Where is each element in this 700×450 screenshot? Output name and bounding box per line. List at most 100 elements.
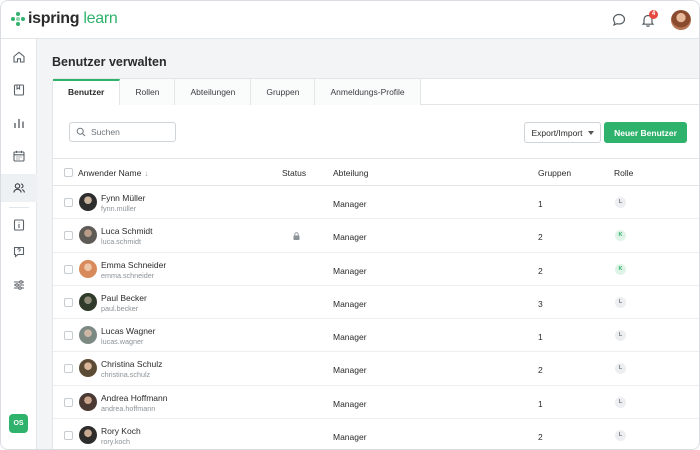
tab-abteilungen[interactable]: Abteilungen xyxy=(175,79,252,105)
tab-anmeldungs-profile[interactable]: Anmeldungs-Profile xyxy=(315,79,421,105)
logo-text-main: ispring xyxy=(28,10,80,27)
export-import-button[interactable]: Export/Import xyxy=(524,122,601,143)
tab-benutzer[interactable]: Benutzer xyxy=(53,79,121,105)
role-badge: L xyxy=(615,430,626,442)
role-badge: L xyxy=(615,197,626,208)
avatar xyxy=(79,359,97,378)
user-login: lucas.wagner xyxy=(101,337,144,347)
logo-text: ispring learn xyxy=(28,10,118,28)
avatar xyxy=(79,326,97,345)
app-window: ispring learn 4 OS Benutzer verwalten Be… xyxy=(0,0,700,450)
sidebar-item-reports[interactable] xyxy=(1,109,37,137)
column-header-name[interactable]: Anwender Name ↓ xyxy=(78,168,148,178)
reports-icon xyxy=(14,119,24,128)
user-name[interactable]: Luca Schmidt xyxy=(101,226,153,236)
users-table: Anwender Name ↓ Status Abteilung Gruppen … xyxy=(53,158,699,449)
user-groups-count: 2 xyxy=(538,232,543,243)
column-header-role: Rolle xyxy=(614,168,634,178)
table-row[interactable]: Fynn Müller fynn.müller Manager 1 L xyxy=(53,186,699,220)
search-box[interactable] xyxy=(69,122,176,142)
user-login: paul.becker xyxy=(101,303,139,313)
help-icon xyxy=(13,246,25,258)
avatar xyxy=(79,392,97,411)
user-login: christina.schulz xyxy=(101,370,151,380)
user-department: Manager xyxy=(333,199,367,209)
avatar xyxy=(79,259,97,278)
app-logo[interactable]: ispring learn xyxy=(11,10,118,28)
sidebar-item-courses[interactable] xyxy=(1,76,37,104)
sidebar-item-home[interactable] xyxy=(1,43,37,71)
row-checkbox[interactable] xyxy=(64,431,73,441)
user-name[interactable]: Fynn Müller xyxy=(101,193,145,203)
row-checkbox[interactable] xyxy=(64,364,73,374)
row-checkbox[interactable] xyxy=(64,264,73,274)
column-header-status: Status xyxy=(282,168,307,178)
user-avatar[interactable] xyxy=(671,10,691,30)
role-badge: L xyxy=(615,296,626,308)
settings-sliders-icon xyxy=(14,280,24,290)
user-department: Manager xyxy=(333,265,367,276)
user-groups-count: 1 xyxy=(538,332,543,343)
avatar xyxy=(79,193,97,211)
user-department: Manager xyxy=(333,365,367,376)
table-row[interactable]: Rory Koch rory.koch Manager 2 L xyxy=(53,419,699,449)
user-name[interactable]: Andrea Hoffmann xyxy=(101,393,167,403)
user-department: Manager xyxy=(333,332,367,343)
row-checkbox[interactable] xyxy=(64,331,73,341)
users-icon xyxy=(13,183,25,193)
lock-icon xyxy=(293,232,300,241)
tab-gruppen[interactable]: Gruppen xyxy=(251,79,316,105)
table-row[interactable]: Lucas Wagner lucas.wagner Manager 1 L xyxy=(53,319,699,353)
account-badge[interactable]: OS xyxy=(9,414,28,433)
table-row[interactable]: Andrea Hoffmann andrea.hoffmann Manager … xyxy=(53,386,699,420)
table-row[interactable]: Luca Schmidt luca.schmidt Manager 2 K xyxy=(53,219,699,253)
calendar-icon xyxy=(13,150,25,162)
row-checkbox[interactable] xyxy=(64,297,73,307)
table-row[interactable]: Paul Becker paul.becker Manager 3 L xyxy=(53,286,699,320)
user-name[interactable]: Paul Becker xyxy=(101,293,147,303)
row-checkbox[interactable] xyxy=(64,397,73,407)
role-badge: K xyxy=(615,263,626,275)
table-header: Anwender Name ↓ Status Abteilung Gruppen … xyxy=(53,158,699,186)
user-groups-count: 2 xyxy=(538,432,543,443)
logo-icon xyxy=(11,12,25,26)
export-import-label: Export/Import xyxy=(531,127,583,138)
user-groups-count: 1 xyxy=(538,398,543,409)
user-groups-count: 3 xyxy=(538,298,543,309)
sidebar-item-help[interactable] xyxy=(1,238,37,266)
sort-arrow-icon: ↓ xyxy=(144,169,149,178)
sidebar-item-calendar[interactable] xyxy=(1,142,37,170)
tab-rollen[interactable]: Rollen xyxy=(120,79,176,105)
sidebar: OS xyxy=(1,39,37,449)
home-icon xyxy=(13,51,25,63)
column-header-department: Abteilung xyxy=(333,168,369,178)
user-department: Manager xyxy=(333,232,367,243)
row-checkbox[interactable] xyxy=(64,198,73,207)
user-name[interactable]: Rory Koch xyxy=(101,426,141,436)
sidebar-item-users[interactable] xyxy=(1,174,37,202)
user-department: Manager xyxy=(333,398,367,409)
sidebar-item-info[interactable] xyxy=(1,211,37,239)
row-checkbox[interactable] xyxy=(64,231,73,241)
select-all-checkbox[interactable] xyxy=(64,168,73,177)
sidebar-item-settings[interactable] xyxy=(1,271,37,299)
users-panel: Benutzer Rollen Abteilungen Gruppen Anme… xyxy=(52,78,699,449)
chat-icon[interactable] xyxy=(611,12,627,28)
user-groups-count: 2 xyxy=(538,265,543,276)
new-user-button[interactable]: Neuer Benutzer xyxy=(604,122,687,143)
search-input[interactable] xyxy=(91,127,171,137)
user-name[interactable]: Christina Schulz xyxy=(101,359,162,369)
chevron-down-icon xyxy=(587,130,594,135)
table-row[interactable]: Emma Schneider emma.schneider Manager 2 … xyxy=(53,253,699,286)
user-login: luca.schmidt xyxy=(101,237,141,247)
user-login: rory.koch xyxy=(101,437,131,447)
user-login: fynn.müller xyxy=(101,204,137,213)
user-groups-count: 2 xyxy=(538,365,543,376)
table-row[interactable]: Christina Schulz christina.schulz Manage… xyxy=(53,352,699,386)
role-badge: K xyxy=(615,230,626,242)
user-name[interactable]: Lucas Wagner xyxy=(101,326,156,336)
role-badge: L xyxy=(615,396,626,408)
column-header-groups: Gruppen xyxy=(538,168,572,178)
user-name[interactable]: Emma Schneider xyxy=(101,260,166,270)
page-title: Benutzer verwalten xyxy=(52,55,167,69)
